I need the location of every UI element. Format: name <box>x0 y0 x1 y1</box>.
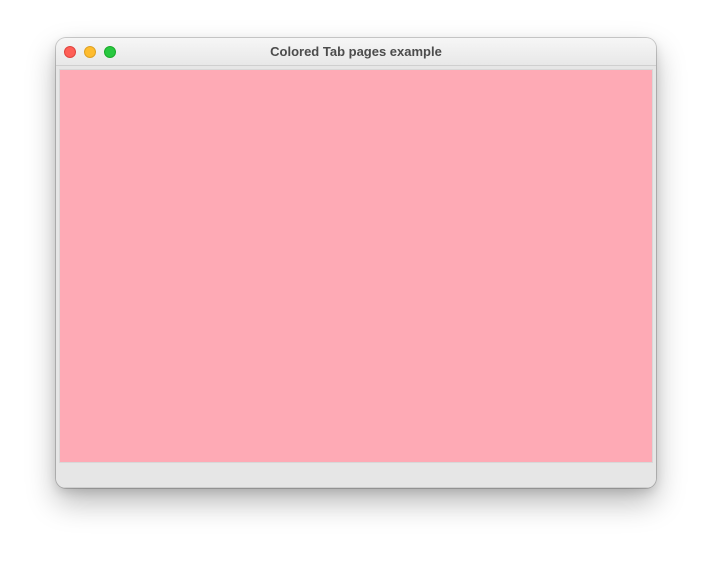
window-title: Colored Tab pages example <box>270 44 442 59</box>
title-bar: Colored Tab pages example <box>56 38 656 66</box>
app-window: Colored Tab pages example light_pink lig… <box>56 38 656 488</box>
tab-view: light_pink light_green light_blue light_… <box>56 66 656 488</box>
tab-bar-divider <box>56 487 656 488</box>
tab-page-content <box>59 69 653 463</box>
